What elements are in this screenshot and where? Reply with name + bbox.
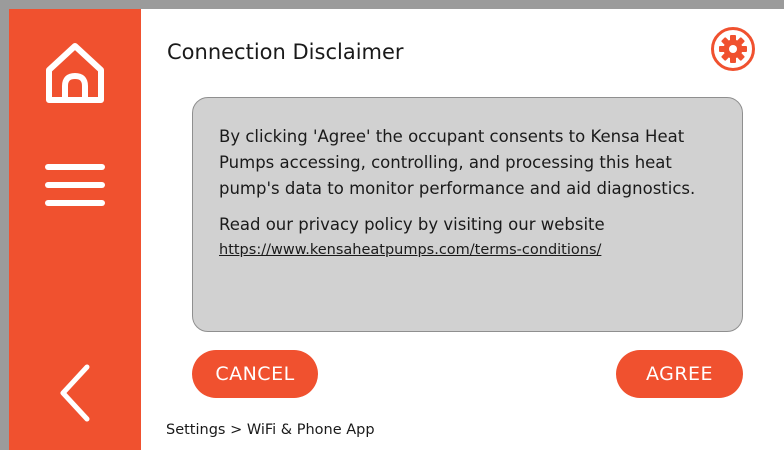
page-title: Connection Disclaimer <box>167 40 404 64</box>
settings-button[interactable] <box>710 26 756 72</box>
gear-icon <box>711 27 755 71</box>
breadcrumb: Settings > WiFi & Phone App <box>166 422 375 438</box>
home-icon <box>46 43 104 103</box>
agree-button[interactable]: AGREE <box>616 350 743 398</box>
menu-button[interactable] <box>9 139 141 231</box>
privacy-policy-link[interactable]: https://www.kensaheatpumps.com/terms-con… <box>219 240 601 260</box>
menu-icon <box>45 164 105 206</box>
home-button[interactable] <box>9 27 141 119</box>
privacy-policy-text: Read our privacy policy by visiting our … <box>219 215 605 234</box>
disclaimer-panel: By clicking 'Agree' the occupant consent… <box>192 97 743 332</box>
back-button[interactable] <box>9 347 141 439</box>
disclaimer-text: By clicking 'Agree' the occupant consent… <box>219 127 696 198</box>
sidebar <box>9 9 141 450</box>
back-arrow-icon <box>60 364 90 422</box>
cancel-button[interactable]: CANCEL <box>192 350 318 398</box>
